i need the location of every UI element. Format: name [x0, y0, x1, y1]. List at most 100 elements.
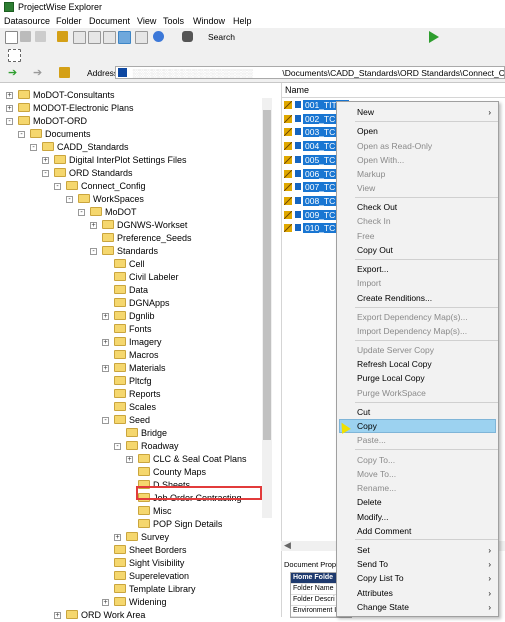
menu-item-copy[interactable]: Copy: [357, 420, 497, 433]
tree-item[interactable]: Roadway: [126, 440, 179, 453]
tree-item[interactable]: Connect_Config: [66, 180, 146, 193]
tree-item[interactable]: Reports: [114, 388, 161, 401]
tree-expander-icon[interactable]: -: [18, 131, 25, 138]
grid-view-icon[interactable]: [135, 31, 148, 44]
tree-item[interactable]: Imagery: [114, 336, 162, 349]
tree-item[interactable]: Scales: [114, 401, 156, 414]
tree-expander-icon[interactable]: +: [6, 92, 13, 99]
tree-item[interactable]: Fonts: [114, 323, 152, 336]
details-view-icon[interactable]: [118, 31, 131, 44]
menu-item-add-comment[interactable]: Add Comment: [357, 525, 497, 538]
menu-item-import[interactable]: Import: [357, 277, 497, 290]
folder-toolbar-icon[interactable]: [57, 31, 68, 42]
menu-item-export-dependency-map-s[interactable]: Export Dependency Map(s)...: [357, 311, 497, 324]
tree-item[interactable]: WorkSpaces: [78, 193, 144, 206]
tree-expander-icon[interactable]: -: [6, 118, 13, 125]
tree-expander-icon[interactable]: +: [102, 599, 109, 606]
menu-item-modify[interactable]: Modify...: [357, 511, 497, 524]
tree-expander-icon[interactable]: +: [6, 105, 13, 112]
tree-item[interactable]: Standards: [102, 245, 158, 258]
menu-window[interactable]: Window: [193, 16, 225, 26]
tree-item[interactable]: Misc: [138, 505, 172, 518]
tree-expander-icon[interactable]: -: [30, 144, 37, 151]
forward-arrow-icon[interactable]: ➔: [33, 66, 42, 79]
tree-expander-icon[interactable]: +: [42, 157, 49, 164]
tree-expander-icon[interactable]: +: [114, 534, 121, 541]
tree-item[interactable]: POP Sign Details: [138, 518, 222, 531]
up-folder-icon[interactable]: [59, 67, 70, 78]
tree-scrollbar-thumb[interactable]: [263, 110, 271, 440]
menu-item-delete[interactable]: Delete: [357, 496, 497, 509]
tree-item[interactable]: DGNApps: [114, 297, 170, 310]
list-view-icon[interactable]: [103, 31, 116, 44]
tree-item[interactable]: ORD Standards: [54, 167, 133, 180]
help-icon[interactable]: [153, 31, 164, 42]
document-row[interactable]: 006_TC: [284, 168, 338, 181]
tree-expander-icon[interactable]: +: [102, 365, 109, 372]
tree-item[interactable]: Preference_Seeds: [102, 232, 192, 245]
document-row[interactable]: 004_TC: [284, 140, 338, 153]
menu-item-free[interactable]: Free: [357, 230, 497, 243]
menu-item-open[interactable]: Open: [357, 125, 497, 138]
tree-item[interactable]: MoDOT-ORD: [18, 115, 87, 128]
menu-item-import-dependency-map-s[interactable]: Import Dependency Map(s)...: [357, 325, 497, 338]
tree-item[interactable]: Documents: [30, 128, 91, 141]
undo-icon[interactable]: [20, 31, 31, 42]
menu-item-attributes[interactable]: Attributes ›: [357, 587, 497, 600]
menu-tools[interactable]: Tools: [163, 16, 184, 26]
tree-item[interactable]: Dgnlib: [114, 310, 155, 323]
tree-expander-icon[interactable]: +: [54, 612, 61, 619]
select-area-icon[interactable]: [8, 49, 21, 62]
menu-item-check-in[interactable]: Check In: [357, 215, 497, 228]
document-row[interactable]: 009_TC: [284, 209, 338, 222]
tree-item[interactable]: Civil Labeler: [114, 271, 179, 284]
tree-item[interactable]: Widening: [114, 596, 167, 609]
tree-item[interactable]: DGNWS-Workset: [102, 219, 187, 232]
menu-datasource[interactable]: Datasource: [4, 16, 50, 26]
menu-item-purge-local-copy[interactable]: Purge Local Copy: [357, 372, 497, 385]
menu-item-export[interactable]: Export...: [357, 263, 497, 276]
tree-item[interactable]: County Maps: [138, 466, 206, 479]
menu-item-refresh-local-copy[interactable]: Refresh Local Copy: [357, 358, 497, 371]
document-row[interactable]: 007_TC: [284, 181, 338, 194]
menu-item-rename[interactable]: Rename...: [357, 482, 497, 495]
tree-item[interactable]: Survey: [126, 531, 169, 544]
menu-item-move-to[interactable]: Move To...: [357, 468, 497, 481]
tree-expander-icon[interactable]: -: [78, 209, 85, 216]
menu-help[interactable]: Help: [233, 16, 252, 26]
tree-item[interactable]: Macros: [114, 349, 159, 362]
address-input[interactable]: ░░░░░░░░░░░░░░░░░░░░ \Documents\CADD_Stan…: [115, 66, 505, 79]
menu-item-change-state[interactable]: Change State ›: [357, 601, 497, 614]
menu-item-copy-out[interactable]: Copy Out: [357, 244, 497, 257]
menu-item-cut[interactable]: Cut: [357, 406, 497, 419]
menu-item-markup[interactable]: Markup: [357, 168, 497, 181]
tree-expander-icon[interactable]: -: [42, 170, 49, 177]
menu-item-view[interactable]: View: [357, 182, 497, 195]
document-row[interactable]: 005_TC: [284, 154, 338, 167]
back-arrow-icon[interactable]: ➔: [8, 66, 17, 79]
tree-item[interactable]: Bridge: [126, 427, 167, 440]
document-row[interactable]: 003_TC: [284, 126, 338, 139]
tree-expander-icon[interactable]: +: [102, 339, 109, 346]
tree-item[interactable]: Materials: [114, 362, 166, 375]
menu-folder[interactable]: Folder: [56, 16, 82, 26]
tree-expander-icon[interactable]: -: [90, 248, 97, 255]
menu-item-copy-to[interactable]: Copy To...: [357, 454, 497, 467]
scroll-left-icon[interactable]: ◀: [284, 540, 291, 551]
tree-item[interactable]: Pltcfg: [114, 375, 152, 388]
document-row[interactable]: 002_TC: [284, 113, 338, 126]
tree-item[interactable]: Superelevation: [114, 570, 189, 583]
menu-item-new[interactable]: New ›: [357, 106, 497, 119]
menu-item-purge-workspace[interactable]: Purge WorkSpace: [357, 387, 497, 400]
menu-item-check-out[interactable]: Check Out: [357, 201, 497, 214]
tree-item[interactable]: Data: [114, 284, 148, 297]
tree-item[interactable]: MoDOT: [90, 206, 137, 219]
tree-expander-icon[interactable]: -: [114, 443, 121, 450]
tree-item[interactable]: Seed: [114, 414, 150, 427]
tree-item[interactable]: Digital InterPlot Settings Files: [54, 154, 187, 167]
tree-item[interactable]: MoDOT-Consultants: [18, 89, 115, 102]
small-icons-view-icon[interactable]: [88, 31, 101, 44]
tree-expander-icon[interactable]: -: [54, 183, 61, 190]
document-row[interactable]: 008_TC: [284, 195, 338, 208]
tree-expander-icon[interactable]: -: [102, 417, 109, 424]
